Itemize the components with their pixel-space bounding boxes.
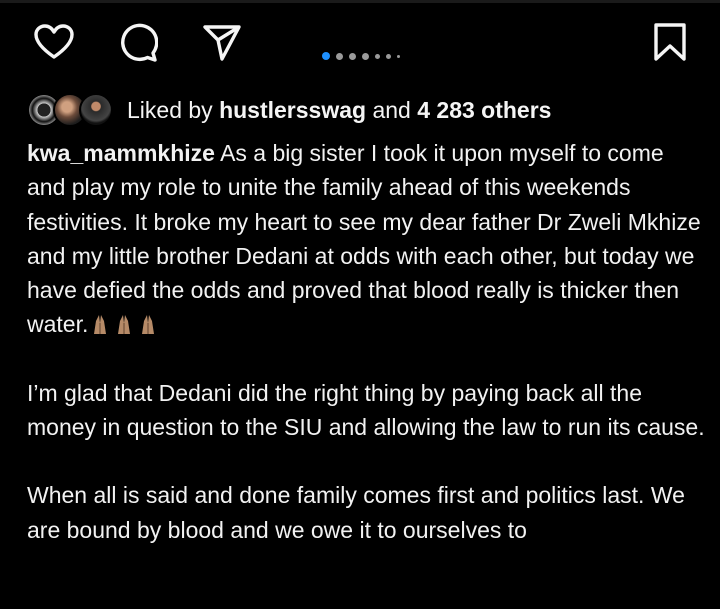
likes-and: and <box>372 96 411 123</box>
post-action-bar <box>0 14 720 70</box>
liker-avatars[interactable] <box>27 93 113 127</box>
share-icon[interactable] <box>200 20 244 64</box>
folded-hands-icon <box>88 311 160 337</box>
carousel-dot <box>397 54 400 58</box>
carousel-dot-active <box>322 52 330 60</box>
caption-username[interactable]: kwa_mammkhize <box>27 140 215 166</box>
bookmark-icon[interactable] <box>648 20 692 64</box>
liker-username[interactable]: hustlersswag <box>219 97 366 123</box>
caption-paragraph: kwa_mammkhize As a big sister I took it … <box>27 136 707 342</box>
caption-text-1: As a big sister I took it upon myself to… <box>27 140 701 338</box>
likes-count[interactable]: 4 283 others <box>417 97 551 123</box>
likes-summary[interactable]: Liked by hustlersswag and 4 283 others <box>27 90 551 130</box>
post-caption: kwa_mammkhize As a big sister I took it … <box>27 136 707 547</box>
carousel-indicator <box>322 52 400 60</box>
carousel-dot <box>336 52 343 60</box>
caption-text-2: I’m glad that Dedani did the right thing… <box>27 379 705 441</box>
comment-icon[interactable] <box>116 20 160 64</box>
carousel-dot <box>375 53 380 59</box>
top-divider <box>0 0 720 3</box>
carousel-dot <box>362 52 369 60</box>
likes-prefix: Liked by <box>127 96 213 123</box>
caption-text-3: When all is said and done family comes f… <box>27 482 685 543</box>
carousel-dot <box>349 52 356 60</box>
avatar[interactable] <box>79 93 113 127</box>
carousel-dot <box>386 53 391 59</box>
likes-text[interactable]: Liked by hustlersswag and 4 283 others <box>127 97 551 124</box>
heart-icon[interactable] <box>32 20 76 64</box>
